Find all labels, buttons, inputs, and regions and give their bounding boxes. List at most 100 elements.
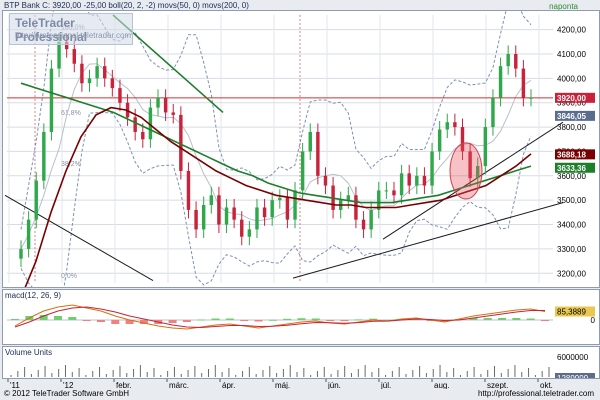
candle-body [201,205,206,230]
candle-body [72,49,76,64]
macd-histogram-bar [211,318,220,320]
candle-body [209,195,214,206]
candle-body [514,53,518,69]
x-tick-label: jún. [327,381,341,389]
macd-histogram-bar [96,320,105,322]
y-tick-label: 4200,00 [557,26,586,35]
y-tick-label: 3300,00 [557,245,586,254]
candle-body [506,53,510,67]
candle-body [171,112,175,115]
macd-histogram-bar [53,316,62,320]
price-tag-label: 3633,36 [557,164,586,173]
macd-histogram-bar [326,320,335,321]
candle-body [247,229,252,237]
macd-histogram-bar [182,320,191,322]
candle-body [415,175,419,186]
candle-body [156,97,160,108]
price-tag-label: 3846,05 [557,112,586,121]
macd-histogram-bar [225,318,234,320]
candle-body [163,97,168,113]
volume-tick-label: 6000000 [557,353,589,362]
candle-body [308,131,312,152]
y-tick-label: 3200,00 [557,269,586,278]
chart-header: BTP Bank C: 3920,00 -25,00 boll(20, 2, -… [4,1,249,10]
fib-label: 61,8% [61,110,81,117]
candle-body [57,41,61,69]
macd-histogram-bar [283,318,292,320]
highlight-ellipse [449,142,483,200]
candle-body [437,129,442,152]
candle-body [399,173,404,196]
candle-body [224,207,229,225]
macd-histogram-bar [354,319,363,321]
candle-body [87,78,92,84]
candle-body [19,248,23,259]
candle-body [133,117,137,132]
macd-histogram-bar [197,319,206,321]
volume-panel[interactable]: Volume Units 60000001289999 [2,346,600,379]
y-tick-label: 3400,00 [557,221,586,230]
candle-body [521,68,526,98]
macd-histogram-bar [498,318,507,320]
macd-value-label: 85,3889 [557,308,586,317]
chart-window: BTP Bank C: 3920,00 -25,00 boll(20, 2, -… [0,0,600,400]
volume-value-label: 1289999 [557,374,589,378]
candle-body [34,180,38,220]
x-tick-label: okt. [540,381,553,389]
macd-histogram-bar [483,318,492,320]
candle-body [361,219,366,230]
candle-body [232,207,236,220]
candle-body [194,209,198,230]
candle-body [445,122,449,130]
candle-body [384,190,389,192]
macd-histogram-bar [541,320,549,321]
candle-body [118,88,122,103]
x-tick-label: szept. [487,381,508,389]
candle-body [217,195,221,225]
candle-body [255,207,259,230]
macd-histogram-bar [240,320,249,321]
candle-body [240,219,244,237]
x-tick-label: febr. [116,381,132,389]
macd-histogram-bar [11,319,19,320]
candle-body [49,68,54,132]
candle-body [80,63,84,84]
fib-label: 0,0% [61,273,77,280]
candle-body [95,66,99,79]
candle-body [498,66,503,98]
candle-body [141,131,145,140]
candle-body [422,175,427,186]
x-tick-label: máj. [275,381,290,389]
footer-url[interactable]: http://professional.teletrader.com [478,389,594,398]
candle-body [483,127,488,167]
x-tick-label: júl. [380,381,391,389]
candle-body [285,197,290,220]
x-tick-label: márc. [169,381,189,389]
macd-histogram-bar [111,320,120,324]
price-panel[interactable]: 3200,003300,003400,003500,003600,003700,… [2,10,600,288]
candle-body [407,173,411,186]
x-tick-label: aug. [434,381,450,389]
candle-body [293,190,297,220]
macd-histogram-bar [82,320,91,321]
candle-body [316,131,320,176]
candle-body [430,151,434,186]
volume-chart[interactable]: 6000000 1289999 [3,347,599,378]
macd-histogram-bar [168,320,177,323]
macd-chart[interactable]: 0 85,3889 [3,290,599,344]
candle-body [323,175,328,186]
candle-body [270,200,274,218]
price-chart[interactable]: 3200,003300,003400,003500,003600,003700,… [3,11,599,287]
y-tick-label: 3600,00 [557,172,586,181]
macd-histogram-bar [68,317,77,320]
candle-body [392,190,396,196]
copyright-text: © 2012 TeleTrader Software GmbH [4,389,130,398]
macd-histogram-bar [297,318,306,320]
candle-body [529,97,533,99]
candle-body [110,78,115,89]
candle-body [346,195,351,201]
candle-body [300,151,305,191]
candle-body [453,122,457,128]
logo-url: http://professional.teletrader.com [15,31,132,40]
macd-panel[interactable]: macd(12, 26, 9) 0 85,3889 [2,289,600,345]
